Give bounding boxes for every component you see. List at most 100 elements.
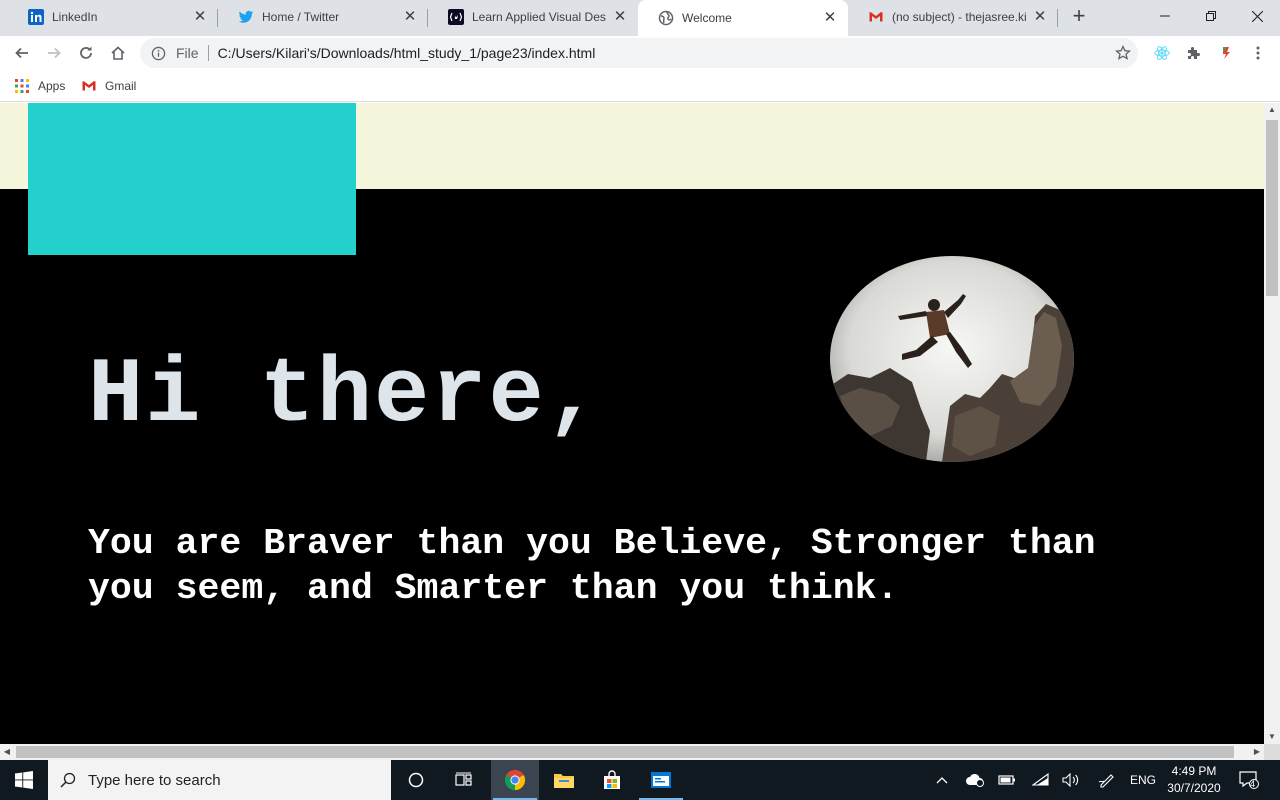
back-arrow-icon: [15, 47, 28, 59]
site-info-icon[interactable]: [149, 44, 167, 62]
horizontal-scrollbar[interactable]: ◀ ▶: [0, 744, 1264, 760]
close-icon: [1251, 10, 1263, 22]
close-tab-icon[interactable]: ✕: [822, 10, 838, 26]
wifi-icon[interactable]: [1028, 760, 1054, 800]
battery-icon[interactable]: [994, 760, 1020, 800]
close-tab-icon[interactable]: ✕: [192, 9, 208, 25]
page-viewport: Hi there, You are Braver than you Believ…: [0, 103, 1264, 744]
windows-taskbar: Type here to search ENG 4:49 PM 30/7/202…: [0, 760, 1280, 800]
browser-menu-icon[interactable]: [1245, 40, 1271, 66]
start-button[interactable]: [0, 760, 48, 800]
windows-logo-icon: [15, 771, 33, 789]
bookmark-gmail[interactable]: Gmail: [81, 76, 136, 96]
bookmark-star-icon[interactable]: [1108, 45, 1138, 61]
url-text[interactable]: C:/Users/Kilari's/Downloads/html_study_1…: [218, 45, 1108, 61]
task-view-icon: [455, 772, 472, 786]
tab-title: LinkedIn: [52, 10, 98, 24]
app-window-icon: [651, 772, 671, 788]
close-window-button[interactable]: [1234, 0, 1280, 32]
tab-gmail[interactable]: (no subject) - thejasree.kilari ✕: [848, 0, 1058, 34]
taskbar-store[interactable]: [588, 760, 636, 800]
taskbar-app-window[interactable]: [637, 760, 685, 800]
globe-icon: [658, 10, 674, 26]
bookmarks-bar: Apps Gmail: [0, 70, 1280, 102]
apps-grid-icon: [14, 78, 30, 94]
page-heading: Hi there,: [88, 343, 603, 448]
search-placeholder: Type here to search: [88, 771, 221, 789]
restore-icon: [1206, 11, 1216, 21]
horizontal-scroll-thumb[interactable]: [16, 746, 1234, 758]
restore-button[interactable]: [1188, 0, 1234, 32]
pen-ink-icon[interactable]: [1094, 760, 1120, 800]
reload-button[interactable]: [72, 39, 100, 67]
scroll-down-arrow-icon[interactable]: ▼: [1264, 730, 1280, 744]
notification-count: 4: [1250, 779, 1256, 789]
profile-avatar-icon[interactable]: [1213, 40, 1239, 66]
clock-time: 4:49 PM: [1171, 764, 1217, 778]
react-devtools-icon[interactable]: [1149, 40, 1175, 66]
scroll-right-arrow-icon[interactable]: ▶: [1250, 744, 1264, 760]
tab-welcome[interactable]: Welcome ✕: [638, 0, 848, 36]
bookmark-label: Apps: [38, 79, 66, 93]
address-bar[interactable]: File C:/Users/Kilari's/Downloads/html_st…: [140, 38, 1138, 68]
close-tab-icon[interactable]: ✕: [402, 9, 418, 25]
tab-freecodecamp[interactable]: Learn Applied Visual Design ✕: [428, 0, 638, 34]
taskbar-clock[interactable]: 4:49 PM 30/7/2020: [1156, 763, 1232, 797]
home-icon: [111, 46, 125, 60]
forward-button[interactable]: [40, 39, 68, 67]
tab-title: (no subject) - thejasree.kilari: [892, 10, 1026, 24]
volume-icon[interactable]: [1058, 760, 1084, 800]
address-divider: [207, 45, 209, 61]
forward-arrow-icon: [48, 47, 61, 59]
tab-strip: LinkedIn ✕ Home / Twitter ✕ Learn Applie…: [0, 0, 1280, 36]
scrollbar-corner: [1264, 744, 1280, 760]
close-tab-icon[interactable]: ✕: [1032, 9, 1048, 25]
scroll-up-arrow-icon[interactable]: ▲: [1264, 103, 1280, 117]
tab-title: Learn Applied Visual Design: [472, 10, 606, 24]
extensions-puzzle-icon[interactable]: [1181, 40, 1207, 66]
freecodecamp-icon: [448, 9, 464, 25]
scheme-label: File: [176, 45, 199, 61]
accent-box: [28, 103, 356, 255]
tab-twitter[interactable]: Home / Twitter ✕: [218, 0, 428, 34]
taskbar-search-box[interactable]: Type here to search: [48, 760, 391, 800]
chevron-up-icon: [936, 777, 948, 784]
clock-date: 30/7/2020: [1167, 781, 1221, 795]
tab-title: Home / Twitter: [262, 10, 340, 24]
language-indicator[interactable]: ENG: [1128, 760, 1158, 800]
folder-icon: [554, 774, 574, 788]
browser-toolbar: File C:/Users/Kilari's/Downloads/html_st…: [0, 36, 1280, 70]
home-button[interactable]: [104, 39, 132, 67]
new-tab-button[interactable]: +: [1066, 4, 1092, 30]
vertical-scroll-thumb[interactable]: [1266, 120, 1278, 296]
hero-image-jumping-person: [830, 256, 1074, 462]
minimize-icon: [1160, 15, 1170, 17]
action-center-button[interactable]: 4: [1236, 760, 1262, 800]
notification-icon: [1239, 771, 1259, 789]
close-tab-icon[interactable]: ✕: [612, 9, 628, 25]
back-button[interactable]: [8, 39, 36, 67]
tab-separator: [1057, 9, 1058, 27]
search-icon: [48, 772, 88, 788]
store-bag-icon: [604, 770, 620, 789]
vertical-scrollbar[interactable]: ▲ ▼: [1264, 103, 1280, 744]
chrome-icon: [504, 769, 526, 791]
minimize-button[interactable]: [1142, 0, 1188, 32]
reload-icon: [80, 46, 92, 59]
tab-title: Welcome: [682, 11, 732, 25]
quote-text: You are Braver than you Believe, Stronge…: [88, 523, 1096, 609]
cortana-circle-icon: [408, 772, 424, 788]
gmail-icon: [81, 78, 97, 94]
task-view-button[interactable]: [440, 760, 488, 800]
bookmark-label: Gmail: [105, 79, 137, 93]
scroll-left-arrow-icon[interactable]: ◀: [0, 744, 14, 760]
taskbar-file-explorer[interactable]: [540, 760, 588, 800]
twitter-icon: [238, 9, 254, 25]
onedrive-icon[interactable]: [962, 760, 988, 800]
tab-linkedin[interactable]: LinkedIn ✕: [8, 0, 218, 34]
cortana-button[interactable]: [392, 760, 440, 800]
bookmark-apps[interactable]: Apps: [14, 76, 65, 96]
taskbar-chrome[interactable]: [491, 760, 539, 800]
show-hidden-icons-button[interactable]: [930, 760, 954, 800]
linkedin-icon: [28, 9, 44, 25]
